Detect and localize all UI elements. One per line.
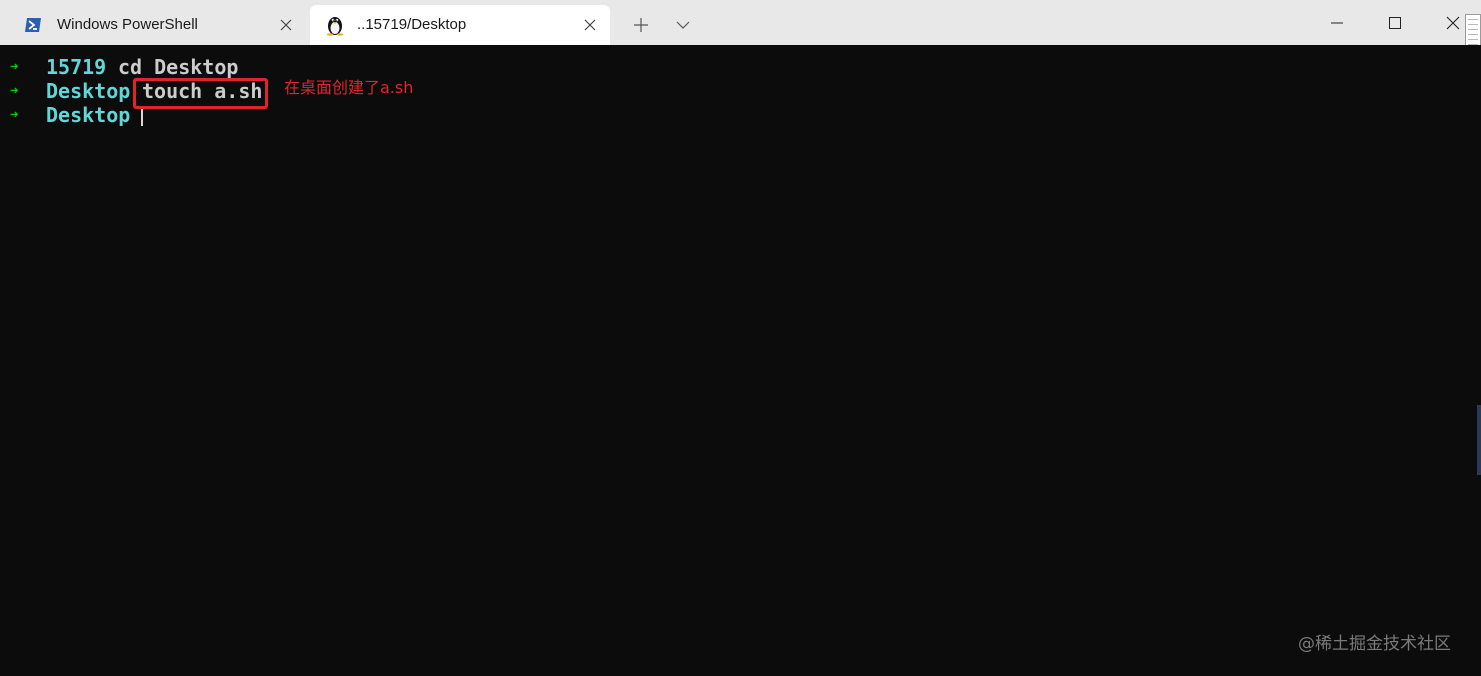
- terminal-output[interactable]: ➜ 15719 cd Desktop ➜ Desktop touch a.sh …: [0, 45, 1481, 676]
- chevron-down-icon: [676, 21, 690, 29]
- close-icon: [1446, 16, 1460, 29]
- annotation-highlight-box: [133, 78, 268, 109]
- maximize-button[interactable]: [1366, 0, 1424, 45]
- terminal-line: ➜ Desktop touch a.sh: [0, 79, 262, 103]
- terminal-line: ➜ Desktop: [0, 103, 143, 127]
- tab-dropdown-button[interactable]: [670, 12, 696, 38]
- watermark: @稀土掘金技术社区: [1298, 634, 1451, 654]
- close-tab-icon[interactable]: [580, 15, 600, 35]
- linux-penguin-icon: [325, 14, 345, 36]
- maximize-icon: [1389, 16, 1401, 29]
- minimize-button[interactable]: [1308, 0, 1366, 45]
- minimize-icon: [1331, 22, 1343, 23]
- prompt-arrow-icon: ➜: [10, 107, 19, 123]
- tab-bar: Windows PowerShell ..15719/Desktop: [0, 0, 1481, 66]
- new-tab-button[interactable]: [628, 12, 654, 38]
- prompt-arrow-icon: ➜: [10, 59, 19, 75]
- prompt-directory: Desktop: [46, 79, 131, 103]
- terminal-window: Windows PowerShell ..15719/Desktop ➜ 157…: [0, 0, 1481, 676]
- tab-title: ..15719/Desktop: [357, 16, 467, 33]
- command-text: cd Desktop: [118, 55, 239, 79]
- tab-title: Windows PowerShell: [57, 16, 198, 33]
- prompt-directory: 15719: [46, 55, 107, 79]
- powershell-icon: [24, 16, 42, 34]
- plus-icon: [634, 18, 648, 32]
- prompt-arrow-icon: ➜: [10, 83, 19, 99]
- terminal-line: ➜ 15719 cd Desktop: [0, 55, 238, 79]
- text-cursor: [141, 106, 143, 126]
- prompt-directory: Desktop: [46, 103, 131, 127]
- tab-windows-powershell[interactable]: Windows PowerShell: [0, 5, 306, 45]
- close-tab-icon[interactable]: [276, 15, 296, 35]
- annotation-text: 在桌面创建了a.sh: [284, 78, 414, 97]
- tab-linux-desktop[interactable]: ..15719/Desktop: [310, 5, 610, 45]
- scrollbar-indicator[interactable]: [1477, 405, 1481, 475]
